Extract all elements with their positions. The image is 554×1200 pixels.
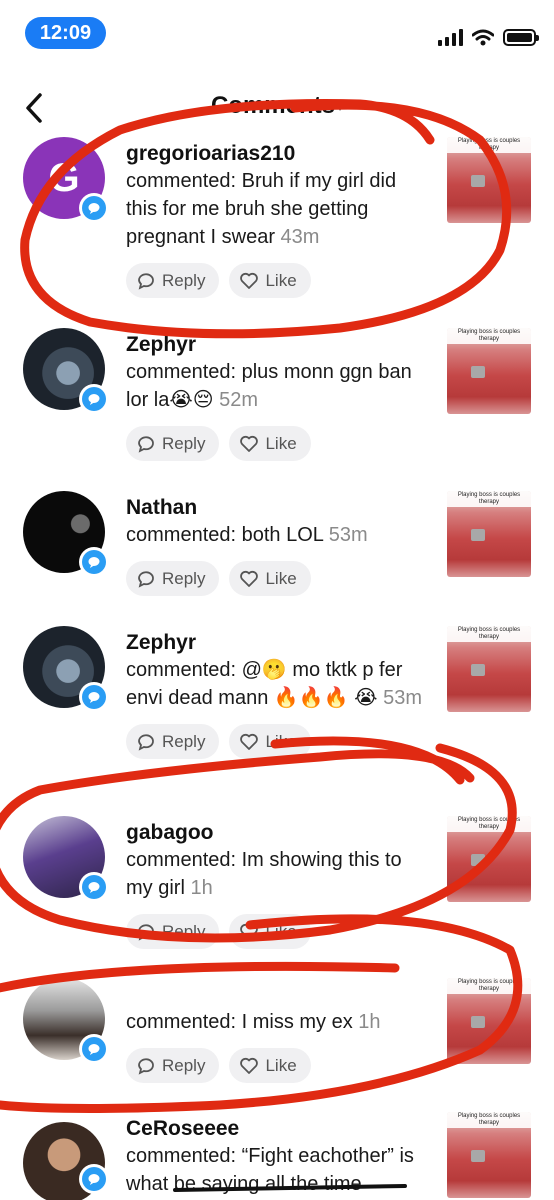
status-bar: 12:09 [0, 0, 554, 66]
comment-time: 43m [280, 226, 320, 248]
thumbnail-caption: Playing boss is couples therapy [447, 491, 531, 507]
like-label: Like [265, 731, 297, 751]
chevron-down-icon: ▾ [337, 99, 344, 114]
comment-text: commented: Im showing this to my girl [126, 849, 402, 899]
comment-badge [79, 1034, 109, 1064]
comments-header: Comments ▾ [0, 80, 554, 132]
comment-badge [79, 547, 109, 577]
comment-badge [79, 872, 109, 902]
heart-icon [240, 272, 259, 289]
reply-label: Reply [162, 921, 206, 941]
like-button[interactable]: Like [229, 426, 311, 461]
comment-time: 53m [383, 687, 422, 709]
chat-bubble-icon [88, 394, 100, 405]
comment-badge [79, 682, 109, 712]
heart-icon [240, 1057, 259, 1074]
battery-icon [503, 29, 539, 46]
video-thumbnail[interactable]: Playing boss is couples therapy [447, 626, 531, 712]
cellular-signal-icon [438, 29, 463, 46]
comment-username[interactable]: CeRoseeee [126, 1116, 431, 1142]
wifi-icon [472, 29, 494, 46]
comment-badge [79, 193, 109, 223]
chat-bubble-icon [88, 203, 100, 214]
like-label: Like [265, 921, 297, 941]
heart-icon [240, 570, 259, 587]
thumbnail-caption: Playing boss is couples therapy [447, 626, 531, 642]
speech-bubble-icon [138, 570, 154, 588]
chat-bubble-icon [88, 1174, 100, 1185]
like-button[interactable]: Like [229, 561, 311, 596]
comment-username[interactable]: gregorioarias210 [126, 141, 431, 167]
chat-bubble-icon [88, 1044, 100, 1055]
comment-text: commented: plus monn ggn ban lor la😭😔 [126, 361, 412, 411]
avatar-letter: G [48, 155, 80, 200]
reply-label: Reply [162, 731, 206, 751]
video-thumbnail[interactable]: Playing boss is couples therapy [447, 978, 531, 1064]
video-thumbnail[interactable]: Playing boss is couples therapy [447, 1112, 531, 1198]
comment-text: commented: “Fight eachother” is what be … [126, 1145, 414, 1195]
reply-button[interactable]: Reply [126, 724, 220, 759]
comment-username[interactable]: Zephyr [126, 630, 431, 656]
comment-time: 52m [219, 389, 259, 411]
heart-icon [240, 435, 259, 452]
like-button[interactable]: Like [229, 1048, 311, 1083]
like-label: Like [265, 1055, 297, 1075]
comment-username[interactable]: gabagoo [126, 820, 431, 846]
reply-label: Reply [162, 1055, 206, 1075]
speech-bubble-icon [138, 1057, 154, 1075]
like-label: Like [265, 270, 297, 290]
reply-button[interactable]: Reply [126, 914, 220, 949]
speech-bubble-icon [138, 435, 154, 453]
reply-label: Reply [162, 433, 206, 453]
like-button[interactable]: Like [229, 914, 311, 949]
page-title[interactable]: Comments ▾ [0, 92, 554, 120]
thumbnail-caption: Playing boss is couples therapy [447, 1112, 531, 1128]
video-thumbnail[interactable]: Playing boss is couples therapy [447, 491, 531, 577]
page-title-text: Comments [210, 92, 335, 119]
reply-label: Reply [162, 270, 206, 290]
thumbnail-caption: Playing boss is couples therapy [447, 137, 531, 153]
like-button[interactable]: Like [229, 724, 311, 759]
comment-text: commented: Bruh if my girl did this for … [126, 170, 397, 248]
video-thumbnail[interactable]: Playing boss is couples therapy [447, 137, 531, 223]
thumbnail-caption: Playing boss is couples therapy [447, 816, 531, 832]
speech-bubble-icon [138, 733, 154, 751]
reply-button[interactable]: Reply [126, 1048, 220, 1083]
comment-text: commented: both LOL [126, 524, 324, 546]
thumbnail-caption: Playing boss is couples therapy [447, 328, 531, 344]
comment-time: 53m [328, 524, 368, 546]
chat-bubble-icon [88, 692, 100, 703]
comment-username[interactable]: Zephyr [126, 332, 431, 358]
reply-button[interactable]: Reply [126, 426, 220, 461]
comment-badge [79, 1164, 109, 1194]
heart-icon [240, 923, 259, 940]
comment-username[interactable] [126, 982, 431, 1008]
like-label: Like [265, 568, 297, 588]
comment-text: commented: @🫢 mo tktk p fer envi dead ma… [126, 659, 403, 709]
video-thumbnail[interactable]: Playing boss is couples therapy [447, 328, 531, 414]
comment-username[interactable]: Nathan [126, 495, 431, 521]
speech-bubble-icon [138, 923, 154, 941]
comment-text: commented: I miss my ex [126, 1011, 353, 1033]
heart-icon [240, 733, 259, 750]
thumbnail-caption: Playing boss is couples therapy [447, 978, 531, 994]
reply-button[interactable]: Reply [126, 263, 220, 298]
comment-time: 1h [358, 1011, 381, 1033]
comment-time: 1h [190, 877, 213, 899]
chat-bubble-icon [88, 882, 100, 893]
comment-badge [79, 384, 109, 414]
like-label: Like [265, 433, 297, 453]
video-thumbnail[interactable]: Playing boss is couples therapy [447, 816, 531, 902]
chat-bubble-icon [88, 557, 100, 568]
reply-label: Reply [162, 568, 206, 588]
like-button[interactable]: Like [229, 263, 311, 298]
speech-bubble-icon [138, 272, 154, 290]
status-time: 12:09 [25, 17, 106, 49]
status-icons [438, 29, 539, 46]
reply-button[interactable]: Reply [126, 561, 220, 596]
